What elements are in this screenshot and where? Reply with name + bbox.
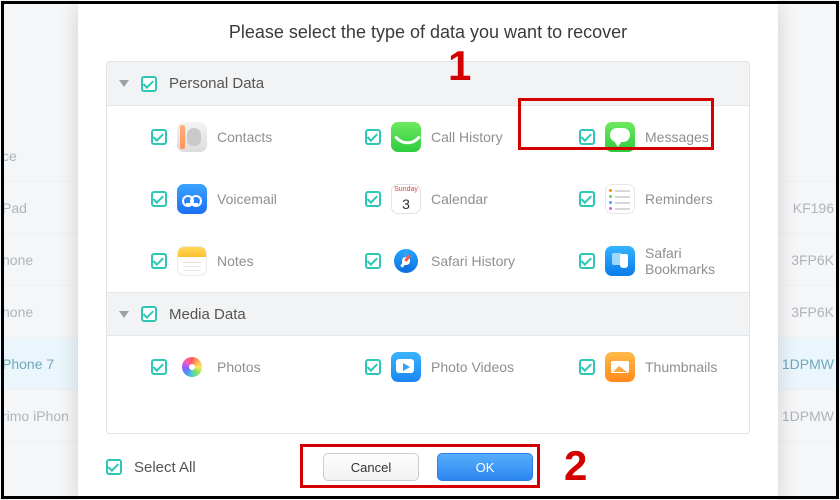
item-thumbnails[interactable]: Thumbnails bbox=[535, 336, 749, 398]
item-label: Messages bbox=[645, 129, 709, 145]
media-grid: Photos Photo Videos Thumbnails bbox=[107, 336, 749, 398]
checkbox-select-all[interactable] bbox=[106, 459, 122, 475]
section-header-personal[interactable]: Personal Data bbox=[107, 62, 749, 106]
section-label: Media Data bbox=[169, 306, 246, 323]
item-photos[interactable]: Photos bbox=[107, 336, 321, 398]
bg-cell: hone bbox=[2, 252, 33, 268]
item-messages[interactable]: Messages bbox=[535, 106, 749, 168]
item-label: Voicemail bbox=[217, 191, 277, 207]
checkbox[interactable] bbox=[151, 129, 167, 145]
item-photo-videos[interactable]: Photo Videos bbox=[321, 336, 535, 398]
item-label: Photos bbox=[217, 359, 261, 375]
bg-cell: KF196 bbox=[793, 200, 834, 216]
phone-icon bbox=[391, 122, 421, 152]
messages-icon bbox=[605, 122, 635, 152]
checkbox[interactable] bbox=[151, 191, 167, 207]
safari-history-icon bbox=[391, 246, 421, 276]
item-label: Safari History bbox=[431, 253, 515, 269]
checkbox[interactable] bbox=[151, 253, 167, 269]
voicemail-icon bbox=[177, 184, 207, 214]
modal-title: Please select the type of data you want … bbox=[78, 0, 778, 61]
item-calendar[interactable]: Sunday 3 Calendar bbox=[321, 168, 535, 230]
reminders-icon bbox=[605, 184, 635, 214]
item-call-history[interactable]: Call History bbox=[321, 106, 535, 168]
section-label: Personal Data bbox=[169, 75, 264, 92]
item-voicemail[interactable]: Voicemail bbox=[107, 168, 321, 230]
photos-icon bbox=[177, 352, 207, 382]
item-label: Notes bbox=[217, 253, 254, 269]
calendar-day: 3 bbox=[392, 194, 420, 213]
bg-cell: hone bbox=[2, 304, 33, 320]
ok-button[interactable]: OK bbox=[437, 453, 533, 481]
chevron-down-icon bbox=[119, 80, 129, 87]
bg-cell: Pad bbox=[2, 200, 27, 216]
item-label: Safari Bookmarks bbox=[645, 245, 749, 277]
checkbox[interactable] bbox=[579, 191, 595, 207]
checkbox[interactable] bbox=[579, 129, 595, 145]
item-label: Photo Videos bbox=[431, 359, 514, 375]
bg-cell: 3FP6K bbox=[791, 304, 834, 320]
bg-cell: 1DPMW bbox=[782, 408, 834, 424]
section-header-media[interactable]: Media Data bbox=[107, 292, 749, 336]
calendar-weekday: Sunday bbox=[392, 185, 420, 194]
calendar-icon: Sunday 3 bbox=[391, 184, 421, 214]
item-contacts[interactable]: Contacts bbox=[107, 106, 321, 168]
checkbox[interactable] bbox=[579, 253, 595, 269]
bg-cell: 1DPMW bbox=[782, 356, 834, 372]
bg-cell: Phone 7 bbox=[2, 356, 54, 372]
recover-type-modal: Please select the type of data you want … bbox=[78, 0, 778, 500]
checkbox-media-all[interactable] bbox=[141, 306, 157, 322]
notes-icon bbox=[177, 246, 207, 276]
select-all-row[interactable]: Select All bbox=[106, 459, 196, 476]
item-label: Contacts bbox=[217, 129, 272, 145]
select-all-label: Select All bbox=[134, 459, 196, 476]
item-label: Call History bbox=[431, 129, 503, 145]
thumbnails-icon bbox=[605, 352, 635, 382]
photo-videos-icon bbox=[391, 352, 421, 382]
modal-footer: Select All Cancel OK bbox=[78, 434, 778, 500]
checkbox[interactable] bbox=[365, 359, 381, 375]
bg-cell: rimo iPhon bbox=[2, 408, 69, 424]
personal-grid: Contacts Call History Messages Voicemail bbox=[107, 106, 749, 292]
checkbox[interactable] bbox=[365, 191, 381, 207]
item-notes[interactable]: Notes bbox=[107, 230, 321, 292]
bg-cell: ce bbox=[2, 148, 17, 164]
checkbox[interactable] bbox=[365, 253, 381, 269]
cancel-button[interactable]: Cancel bbox=[323, 453, 419, 481]
contacts-icon bbox=[177, 122, 207, 152]
item-label: Thumbnails bbox=[645, 359, 717, 375]
checkbox[interactable] bbox=[365, 129, 381, 145]
item-safari-bookmarks[interactable]: Safari Bookmarks bbox=[535, 230, 749, 292]
chevron-down-icon bbox=[119, 311, 129, 318]
data-type-panel: Personal Data Contacts Call History Mess… bbox=[106, 61, 750, 434]
item-reminders[interactable]: Reminders bbox=[535, 168, 749, 230]
checkbox[interactable] bbox=[579, 359, 595, 375]
item-label: Calendar bbox=[431, 191, 488, 207]
item-label: Reminders bbox=[645, 191, 713, 207]
bg-cell: 3FP6K bbox=[791, 252, 834, 268]
checkbox-personal-all[interactable] bbox=[141, 76, 157, 92]
safari-bookmarks-icon bbox=[605, 246, 635, 276]
checkbox[interactable] bbox=[151, 359, 167, 375]
item-safari-history[interactable]: Safari History bbox=[321, 230, 535, 292]
